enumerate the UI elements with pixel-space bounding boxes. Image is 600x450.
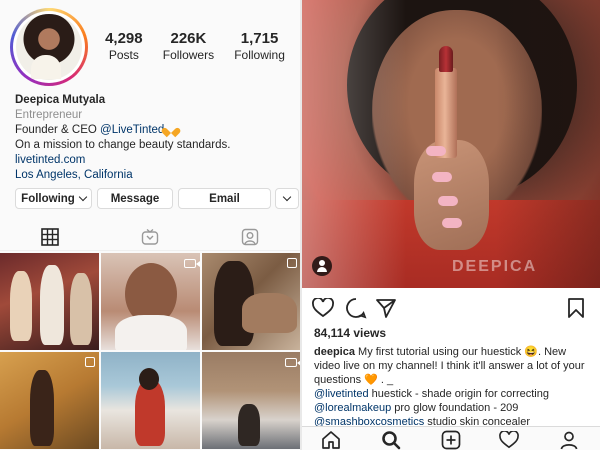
caption-line: deepica My first tutorial using our hues… (314, 346, 585, 386)
bio-line-mission: On a mission to change beauty standards. (15, 139, 231, 151)
tabs-divider (0, 250, 300, 251)
stat-following[interactable]: 1,715 Following (234, 30, 285, 62)
send-icon (376, 299, 396, 318)
post-caption: deepica My first tutorial using our hues… (314, 345, 594, 429)
grid-post-6[interactable] (202, 352, 300, 449)
profile-icon (560, 431, 578, 450)
save-button[interactable] (564, 296, 588, 320)
nav-search[interactable] (380, 429, 402, 450)
carousel-icon (287, 258, 297, 268)
tab-grid[interactable] (0, 224, 100, 250)
nav-activity[interactable] (498, 429, 520, 450)
profile-stats: 4,298 Posts 226K Followers 1,715 Followi… (95, 30, 295, 62)
grid-post-4[interactable] (0, 352, 99, 449)
website-link[interactable]: livetinted.com (15, 153, 295, 168)
comment-button[interactable] (344, 296, 368, 320)
video-icon (184, 259, 200, 268)
post-video[interactable]: DEEPICA (302, 0, 600, 288)
nav-home[interactable] (320, 429, 342, 450)
grid-post-1[interactable] (0, 253, 99, 350)
nav-profile[interactable] (558, 429, 580, 450)
stat-followers[interactable]: 226K Followers (163, 30, 214, 62)
caption-line: @lorealmakeup pro glow foundation - 209 (314, 402, 519, 414)
nav-new-post[interactable] (440, 429, 462, 450)
video-icon (285, 358, 300, 367)
carousel-icon (85, 357, 95, 367)
video-watermark: DEEPICA (452, 258, 538, 275)
tab-igtv[interactable] (100, 224, 200, 250)
grid-icon (41, 228, 59, 246)
caption-line: @livetinted huestick - shade origin for … (314, 388, 549, 400)
email-button[interactable]: Email (178, 188, 271, 209)
profile-actions: Following Message Email (15, 188, 299, 211)
share-button[interactable] (374, 296, 398, 320)
post-grid (0, 253, 300, 450)
profile-bio: Deepica Mutyala Entrepreneur Founder & C… (15, 93, 295, 183)
location-link[interactable]: Los Angeles, California (15, 168, 295, 183)
like-button[interactable] (311, 296, 335, 320)
mention-link[interactable]: @lorealmakeup (314, 402, 391, 414)
screenshot: 4,298 Posts 226K Followers 1,715 Followi… (0, 0, 600, 450)
following-button[interactable]: Following (15, 188, 92, 209)
home-icon (322, 431, 340, 449)
grid-post-5[interactable] (101, 352, 200, 449)
livetinted-link[interactable]: @LiveTinted (100, 124, 164, 136)
chevron-down-icon (78, 192, 88, 202)
tab-tagged[interactable] (200, 224, 300, 250)
profile-category: Entrepreneur (15, 109, 83, 121)
post-panel: DEEPICA 84,114 views deepica My first tu… (302, 0, 600, 450)
heart-icon (499, 431, 519, 449)
heart-icon (312, 298, 334, 318)
profile-name: Deepica Mutyala (15, 94, 106, 106)
bottom-navigation (302, 426, 600, 450)
chevron-down-icon (282, 192, 292, 202)
more-options-button[interactable] (275, 188, 299, 209)
lipstick (435, 68, 457, 158)
grid-post-3[interactable] (202, 253, 300, 350)
comment-icon (346, 298, 367, 319)
add-post-icon (441, 430, 461, 450)
avatar[interactable] (10, 8, 88, 86)
profile-panel: 4,298 Posts 226K Followers 1,715 Followi… (0, 0, 300, 450)
view-count[interactable]: 84,114 views (314, 326, 386, 340)
search-icon (382, 431, 401, 450)
caption-username[interactable]: deepica (314, 346, 355, 358)
grid-post-2[interactable] (101, 253, 200, 350)
message-button[interactable]: Message (97, 188, 173, 209)
stat-posts[interactable]: 4,298 Posts (105, 30, 143, 62)
tagged-icon (241, 228, 259, 246)
orange-heart-icon (167, 124, 177, 133)
tagged-user-icon[interactable] (312, 256, 332, 276)
igtv-icon (141, 228, 159, 245)
mention-link[interactable]: @livetinted (314, 388, 369, 400)
bio-line-founder: Founder & CEO @LiveTinted (15, 123, 295, 138)
profile-tabs (0, 224, 300, 250)
post-actions (302, 296, 600, 320)
bookmark-icon (568, 298, 584, 318)
